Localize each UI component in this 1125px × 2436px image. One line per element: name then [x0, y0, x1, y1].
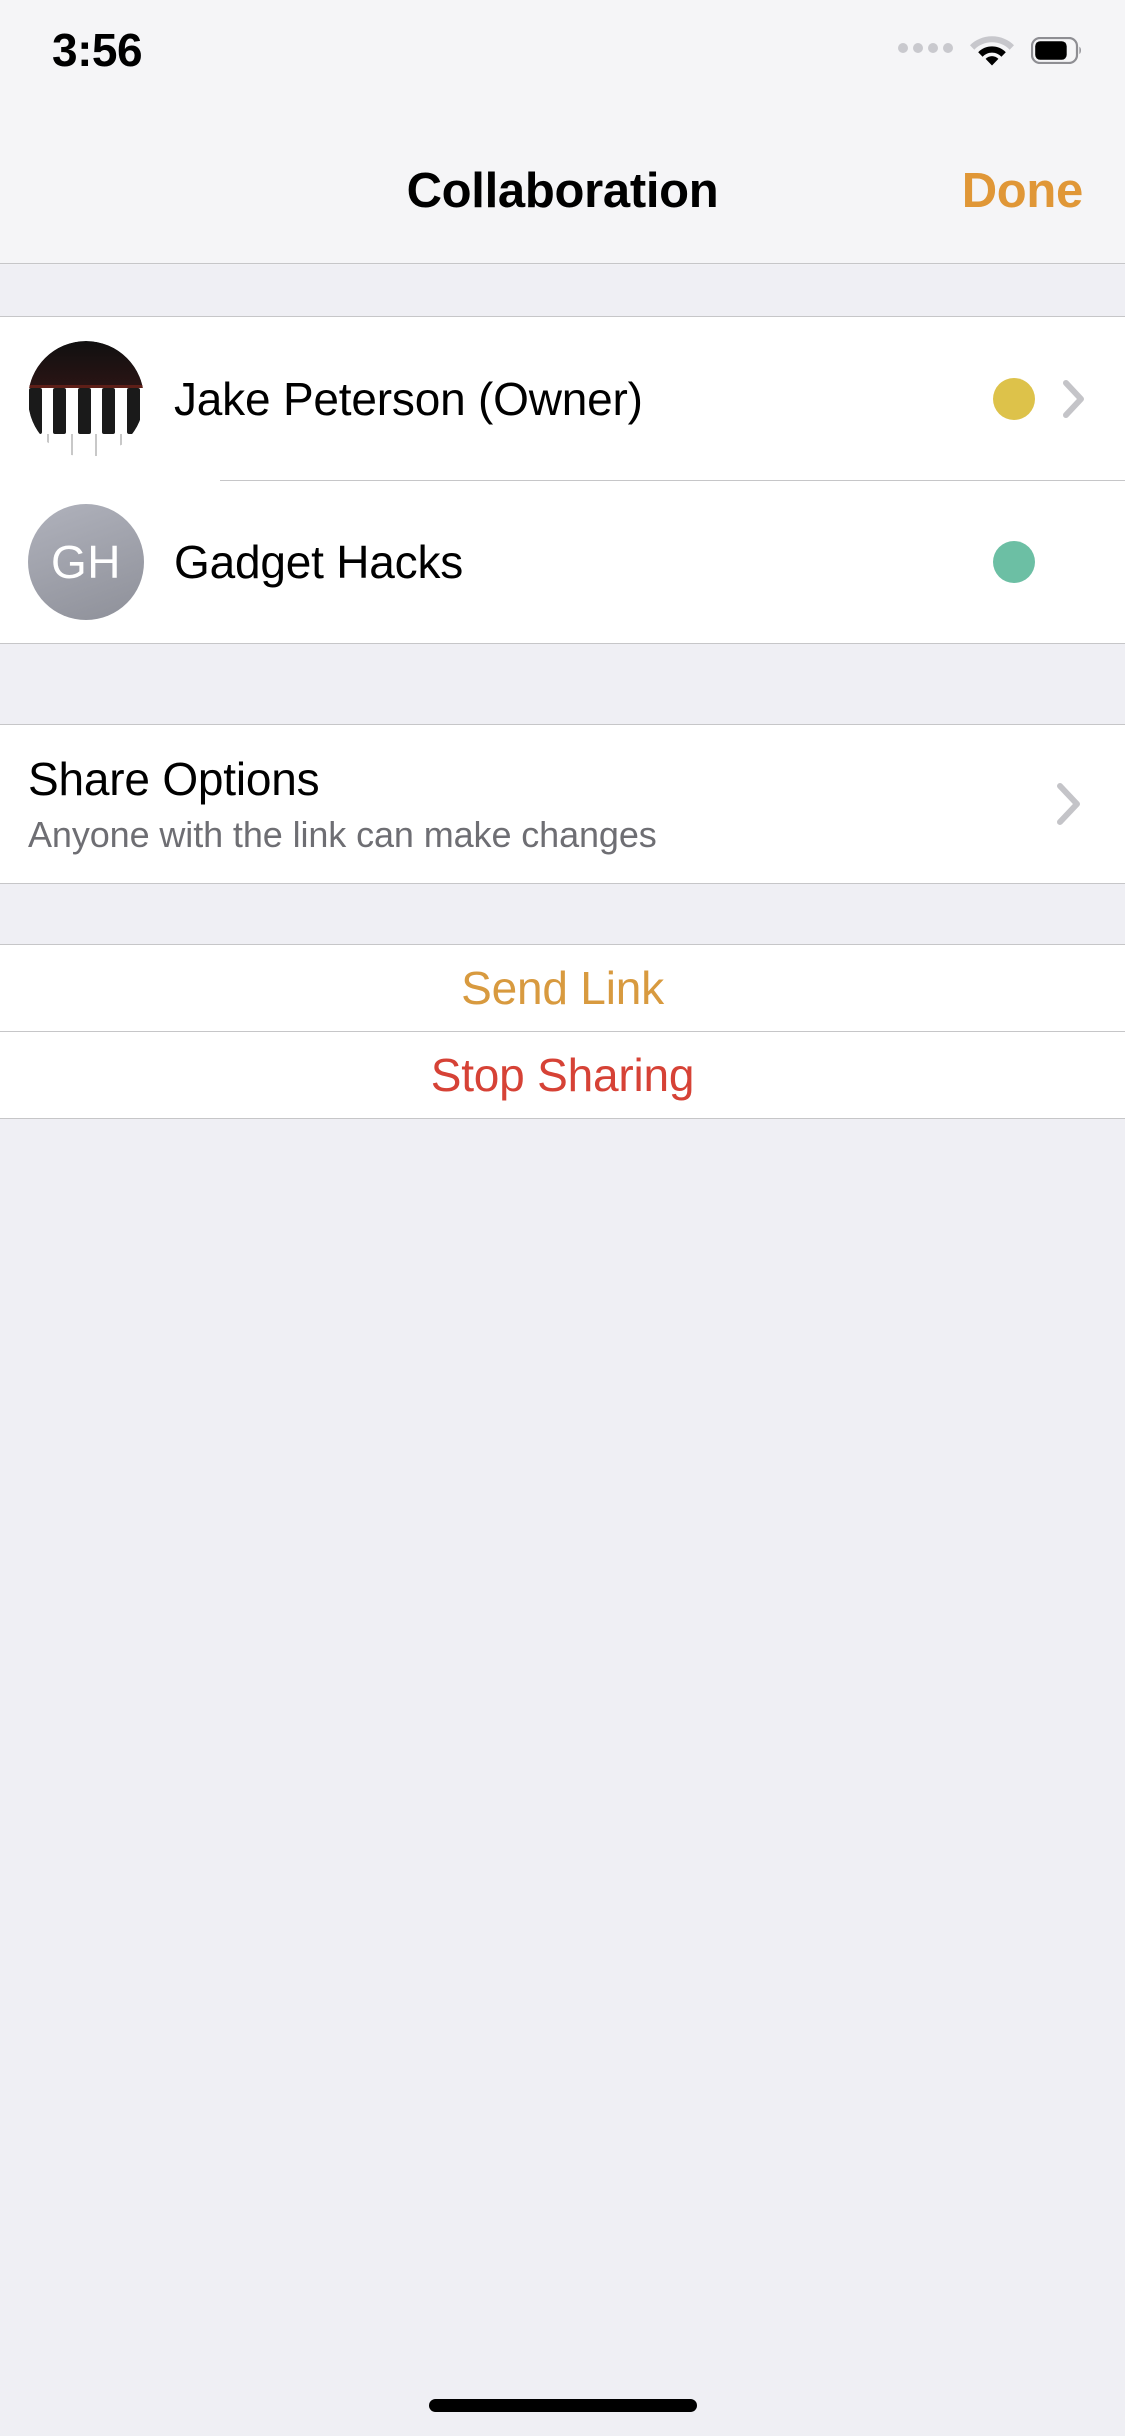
share-options-texts: Share Options Anyone with the link can m…	[28, 751, 1057, 857]
done-button[interactable]: Done	[962, 162, 1084, 220]
avatar-piano-keys	[28, 340, 144, 457]
stop-sharing-button[interactable]: Stop Sharing	[0, 1031, 1125, 1118]
collaboration-screen: 3:56 Collaboration Done Jake Peterson (O…	[0, 0, 1125, 2436]
share-options-row[interactable]: Share Options Anyone with the link can m…	[0, 725, 1125, 883]
wifi-icon	[970, 33, 1014, 67]
send-link-button[interactable]: Send Link	[0, 945, 1125, 1031]
chevron-right-icon	[1057, 783, 1081, 825]
actions-section: Send Link Stop Sharing	[0, 945, 1125, 1118]
settings-list: Jake Peterson (Owner) GH Gadget Hacks Sh…	[0, 265, 1125, 2436]
participant-status-dot	[993, 540, 1035, 583]
section-gap-top	[0, 265, 1125, 317]
participant-row-owner[interactable]: Jake Peterson (Owner)	[0, 317, 1125, 480]
share-options-subtitle: Anyone with the link can make changes	[28, 814, 657, 855]
section-gap-lower	[0, 883, 1125, 945]
list-background-tail	[0, 1118, 1125, 2436]
chevron-right-icon	[1063, 379, 1085, 418]
navigation-bar: Collaboration Done	[0, 100, 1125, 264]
participant-status-dot	[993, 377, 1035, 420]
participants-section: Jake Peterson (Owner) GH Gadget Hacks	[0, 317, 1125, 643]
status-bar-indicators	[898, 26, 1083, 74]
section-gap-middle	[0, 643, 1125, 725]
status-bar-time: 3:56	[52, 24, 143, 76]
home-indicator[interactable]	[428, 2399, 697, 2412]
share-options-section: Share Options Anyone with the link can m…	[0, 725, 1125, 883]
battery-icon	[1030, 36, 1083, 64]
participant-name: Jake Peterson (Owner)	[174, 372, 643, 425]
status-bar: 3:56	[0, 0, 1125, 100]
avatar-initials: GH	[28, 503, 144, 620]
participant-row-collaborator[interactable]: GH Gadget Hacks	[0, 480, 1125, 643]
page-title: Collaboration	[406, 164, 719, 218]
avatar-initials-text: GH	[51, 535, 121, 588]
share-options-title: Share Options	[28, 753, 320, 805]
participant-name: Gadget Hacks	[174, 535, 464, 588]
cellular-signal-icon	[898, 43, 953, 57]
